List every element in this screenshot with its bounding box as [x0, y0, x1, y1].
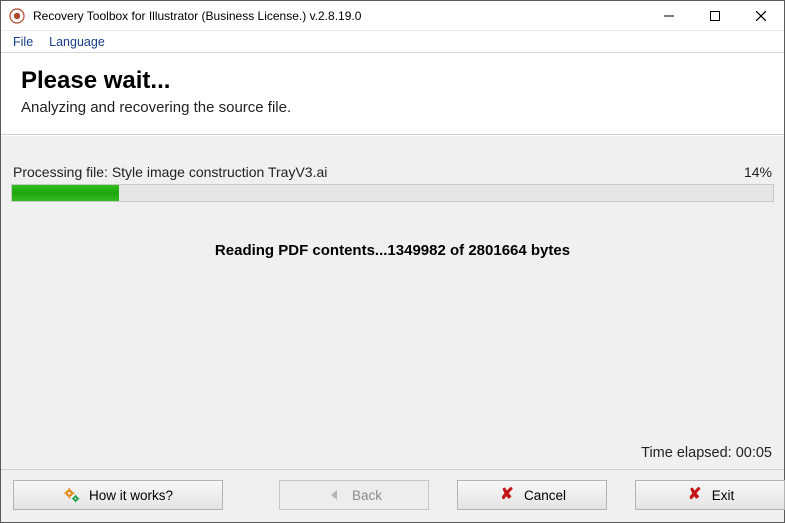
menu-language[interactable]: Language — [43, 33, 111, 51]
button-bar: How it works? Back ✘ Cancel ✘ Exit — [1, 469, 784, 522]
menu-bar: File Language — [1, 31, 784, 53]
exit-button[interactable]: ✘ Exit — [635, 480, 785, 510]
how-it-works-label: How it works? — [89, 488, 173, 503]
content-area: Processing file: Style image constructio… — [1, 135, 784, 469]
processing-filename: Style image construction TrayV3.ai — [112, 164, 328, 180]
processing-row: Processing file: Style image constructio… — [11, 164, 774, 184]
time-elapsed-label: Time elapsed: — [641, 445, 736, 461]
back-button: Back — [279, 480, 429, 510]
close-button[interactable] — [738, 1, 784, 30]
title-bar: Recovery Toolbox for Illustrator (Busine… — [1, 1, 784, 31]
exit-x-icon: ✘ — [686, 486, 704, 504]
status-text: Reading PDF contents...1349982 of 280166… — [11, 242, 774, 259]
window-title: Recovery Toolbox for Illustrator (Busine… — [33, 9, 646, 23]
menu-file[interactable]: File — [7, 33, 39, 51]
app-icon — [9, 8, 25, 24]
processing-label: Processing file: Style image constructio… — [13, 164, 327, 180]
progress-bar — [11, 184, 774, 202]
time-elapsed: Time elapsed: 00:05 — [641, 445, 772, 461]
header-area: Please wait... Analyzing and recovering … — [1, 53, 784, 135]
maximize-button[interactable] — [692, 1, 738, 30]
progress-bar-fill — [12, 185, 119, 201]
back-arrow-icon — [326, 486, 344, 504]
progress-percent: 14% — [744, 164, 772, 180]
cancel-label: Cancel — [524, 488, 566, 503]
page-title: Please wait... — [21, 67, 766, 95]
how-it-works-button[interactable]: How it works? — [13, 480, 223, 510]
minimize-button[interactable] — [646, 1, 692, 30]
back-label: Back — [352, 488, 382, 503]
time-elapsed-value: 00:05 — [736, 445, 772, 461]
page-subtitle: Analyzing and recovering the source file… — [21, 99, 766, 116]
cancel-x-icon: ✘ — [498, 486, 516, 504]
window-buttons — [646, 1, 784, 30]
cancel-button[interactable]: ✘ Cancel — [457, 480, 607, 510]
processing-label-prefix: Processing file: — [13, 164, 112, 180]
exit-label: Exit — [712, 488, 735, 503]
gears-icon — [63, 486, 81, 504]
